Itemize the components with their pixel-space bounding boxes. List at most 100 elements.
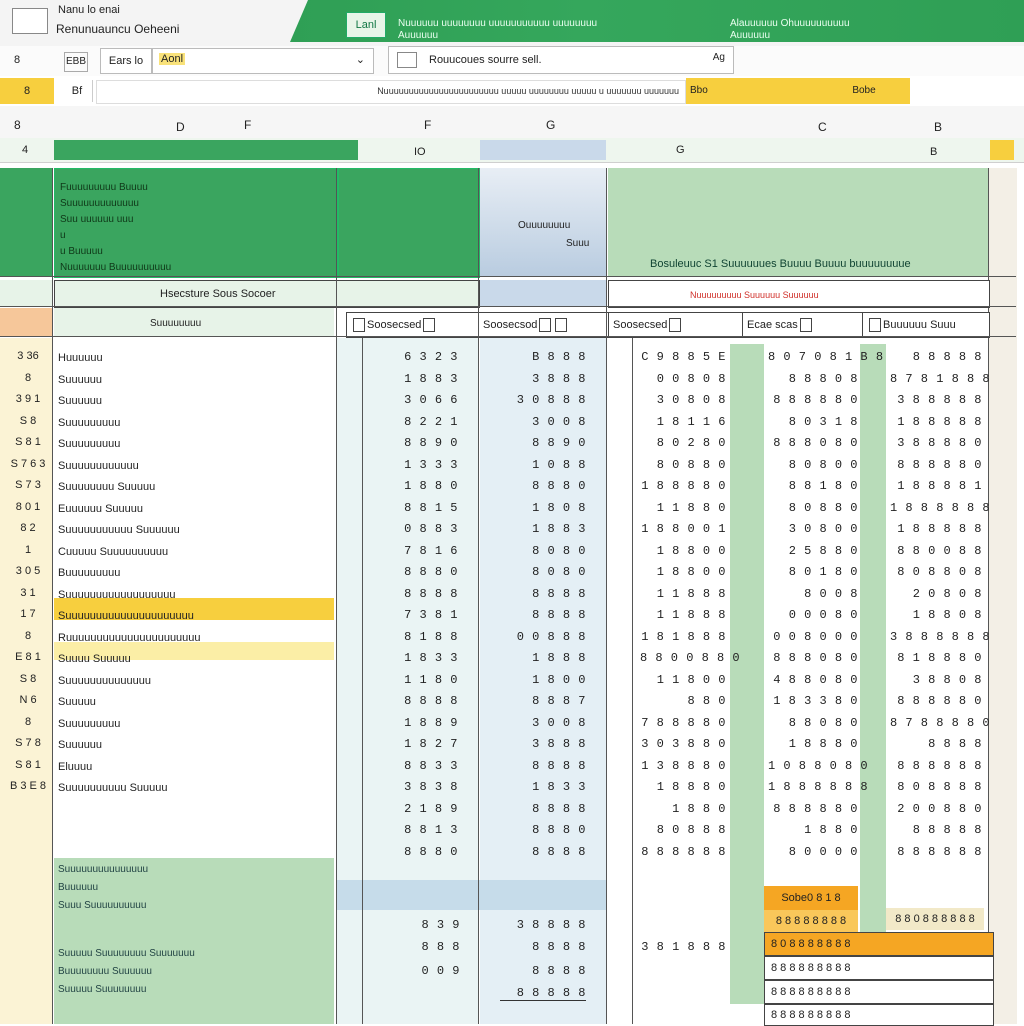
table-cell[interactable]: 8 8 8 8 <box>486 802 586 816</box>
row-number[interactable]: S 8 <box>6 415 50 427</box>
table-cell[interactable]: 8 8 0 <box>640 694 726 708</box>
filter-icon[interactable] <box>353 318 365 333</box>
filter-icon[interactable] <box>669 318 682 333</box>
table-cell[interactable]: 0 8 8 3 <box>370 522 458 536</box>
footer-b-2[interactable]: 8 8 8 <box>380 940 460 954</box>
row-label[interactable]: Suuuuuuuuu <box>58 417 330 429</box>
column-title-1[interactable]: Soosecsed <box>346 312 482 338</box>
summary-last-row[interactable]: 8 8 8 8 8 8 8 8 8 <box>764 1004 994 1026</box>
table-cell[interactable]: 8 8 8 8 8 8 <box>640 845 726 859</box>
table-cell[interactable]: 1 8 8 8 8 1 <box>890 479 982 493</box>
table-cell[interactable]: 1 8 2 7 <box>370 737 458 751</box>
table-cell[interactable]: 8 0 8 0 <box>486 544 586 558</box>
summary-orange-4[interactable]: 8 8 0 8 8 8 8 8 8 <box>886 908 984 930</box>
col-header-f[interactable]: C <box>818 120 827 134</box>
table-cell[interactable]: 3 8 8 8 8 0 <box>890 436 982 450</box>
table-cell[interactable]: 8 0 0 0 0 <box>768 845 858 859</box>
table-cell[interactable]: 8 8 8 0 8 0 <box>768 436 858 450</box>
table-cell[interactable]: 3 8 8 8 <box>486 372 586 386</box>
row-label[interactable]: Suuuuuu <box>58 739 330 751</box>
footer-c-2[interactable]: 8 8 8 8 <box>500 940 586 954</box>
col-header-b[interactable]: D <box>176 120 185 134</box>
table-cell[interactable]: 2 5 8 8 0 <box>768 544 858 558</box>
row-label[interactable]: Buuuuuuuuu <box>58 567 330 579</box>
column-title-2[interactable]: Soosecsod <box>478 312 614 338</box>
table-cell[interactable]: 8 8 8 8 8 <box>890 823 982 837</box>
table-cell[interactable]: 8 8 1 8 0 <box>768 479 858 493</box>
table-cell[interactable]: 8 8 8 8 8 0 <box>768 802 858 816</box>
table-cell[interactable]: 3 8 8 8 <box>486 737 586 751</box>
table-cell[interactable]: 8 8 1 5 <box>370 501 458 515</box>
table-cell[interactable]: 8 1 8 8 <box>370 630 458 644</box>
row-number[interactable]: S 8 <box>6 673 50 685</box>
table-cell[interactable]: 1 0 8 8 0 8 0 <box>768 759 868 773</box>
table-cell[interactable]: 8 8 0 0 8 8 <box>890 544 982 558</box>
table-cell[interactable]: 1 8 0 0 <box>486 673 586 687</box>
table-cell[interactable]: 8 1 8 8 8 0 <box>890 651 982 665</box>
table-cell[interactable]: 8 8 1 3 <box>370 823 458 837</box>
table-cell[interactable]: 8 8 8 0 <box>486 479 586 493</box>
row-number[interactable]: B 3 E 8 <box>6 780 50 792</box>
row-label[interactable]: Suuuuuuuuu <box>58 438 330 450</box>
row-number[interactable]: 1 7 <box>6 608 50 620</box>
table-cell[interactable]: 8 8 8 0 8 0 <box>768 651 858 665</box>
row-number[interactable]: 1 <box>6 544 50 556</box>
row-label[interactable]: Huuuuuu <box>58 352 330 364</box>
footer-b-1[interactable]: 8 3 9 <box>380 918 460 932</box>
table-cell[interactable]: 1 8 8 8 8 8 <box>890 415 982 429</box>
table-cell[interactable]: 4 8 8 0 8 0 <box>768 673 858 687</box>
table-cell[interactable]: 1 8 8 8 8 8 8 <box>890 501 990 515</box>
table-cell[interactable]: 2 1 8 9 <box>370 802 458 816</box>
row-number[interactable]: S 8 1 <box>6 436 50 448</box>
table-cell[interactable]: 3 0 0 8 <box>486 415 586 429</box>
row-number[interactable]: S 7 3 <box>6 479 50 491</box>
table-cell[interactable]: 3 8 3 8 <box>370 780 458 794</box>
table-cell[interactable]: 1 8 8 0 8 <box>890 608 982 622</box>
table-cell[interactable]: 8 0 8 8 0 8 <box>890 565 982 579</box>
table-cell[interactable]: 8 8 9 0 <box>370 436 458 450</box>
row-label[interactable]: Suuuuuuuuuuuuuu <box>58 675 330 687</box>
row-number[interactable]: 3 9 1 <box>6 393 50 405</box>
table-cell[interactable]: 1 8 8 0 <box>768 823 858 837</box>
summary-white-1[interactable]: 8 8 8 8 8 8 8 8 8 <box>764 956 994 980</box>
row-label[interactable]: Suuuuu <box>58 696 330 708</box>
col-header-d[interactable]: F <box>424 118 431 132</box>
table-cell[interactable]: 8 0 8 0 <box>486 565 586 579</box>
row-number[interactable]: 3 36 <box>6 350 50 362</box>
table-cell[interactable]: 1 3 3 3 <box>370 458 458 472</box>
table-cell[interactable]: 1 8 8 0 0 1 <box>640 522 726 536</box>
row-label[interactable]: Ruuuuuuuuuuuuuuuuuuuuuu <box>58 632 330 644</box>
table-cell[interactable]: 1 8 8 3 <box>370 372 458 386</box>
table-cell[interactable]: 1 3 8 8 8 0 <box>640 759 726 773</box>
column-title-5[interactable]: Buuuuuu Suuu <box>862 312 990 338</box>
search-dropdown-icon[interactable]: Ag <box>713 52 725 63</box>
table-cell[interactable]: 8 8 8 8 <box>486 587 586 601</box>
table-cell[interactable]: 8 8 8 8 <box>370 694 458 708</box>
table-cell[interactable]: 8 2 2 1 <box>370 415 458 429</box>
table-cell[interactable]: 8 0 1 8 0 <box>768 565 858 579</box>
table-cell[interactable]: 1 8 3 3 <box>370 651 458 665</box>
col-header-a[interactable]: 8 <box>14 118 21 132</box>
table-cell[interactable]: 8 8 8 0 <box>486 823 586 837</box>
summary-orange-1[interactable]: Sobe0 8 1 8 <box>764 886 858 910</box>
table-cell[interactable]: 8 8 8 0 <box>370 845 458 859</box>
row-number[interactable]: S 7 6 3 <box>6 458 50 470</box>
filter-icon[interactable] <box>799 318 812 333</box>
search-field[interactable]: Rouucoues sourre sell. Ag <box>388 46 734 74</box>
cell-reference[interactable]: 8 <box>0 78 54 104</box>
table-cell[interactable]: 1 8 8 8 <box>486 651 586 665</box>
row-number[interactable]: 3 0 5 <box>6 565 50 577</box>
table-cell[interactable]: 8 0 3 1 8 <box>768 415 858 429</box>
table-cell[interactable]: 3 8 8 8 8 8 <box>890 393 982 407</box>
font-name-field[interactable]: Aonl ⌄ <box>152 48 374 74</box>
table-cell[interactable]: 1 8 8 9 <box>370 716 458 730</box>
row-number[interactable]: E 8 1 <box>6 651 50 663</box>
table-cell[interactable]: 0 0 8 0 8 <box>640 372 726 386</box>
table-cell[interactable]: 7 3 8 1 <box>370 608 458 622</box>
col-header-c[interactable]: F <box>244 118 251 132</box>
footer-b-3[interactable]: 0 0 9 <box>380 964 460 978</box>
table-cell[interactable]: 8 0 8 8 0 <box>768 501 858 515</box>
table-cell[interactable]: 3 0 8 8 8 <box>486 393 586 407</box>
table-cell[interactable]: 1 1 8 8 0 <box>640 501 726 515</box>
table-cell[interactable]: 3 0 3 8 8 0 <box>640 737 726 751</box>
